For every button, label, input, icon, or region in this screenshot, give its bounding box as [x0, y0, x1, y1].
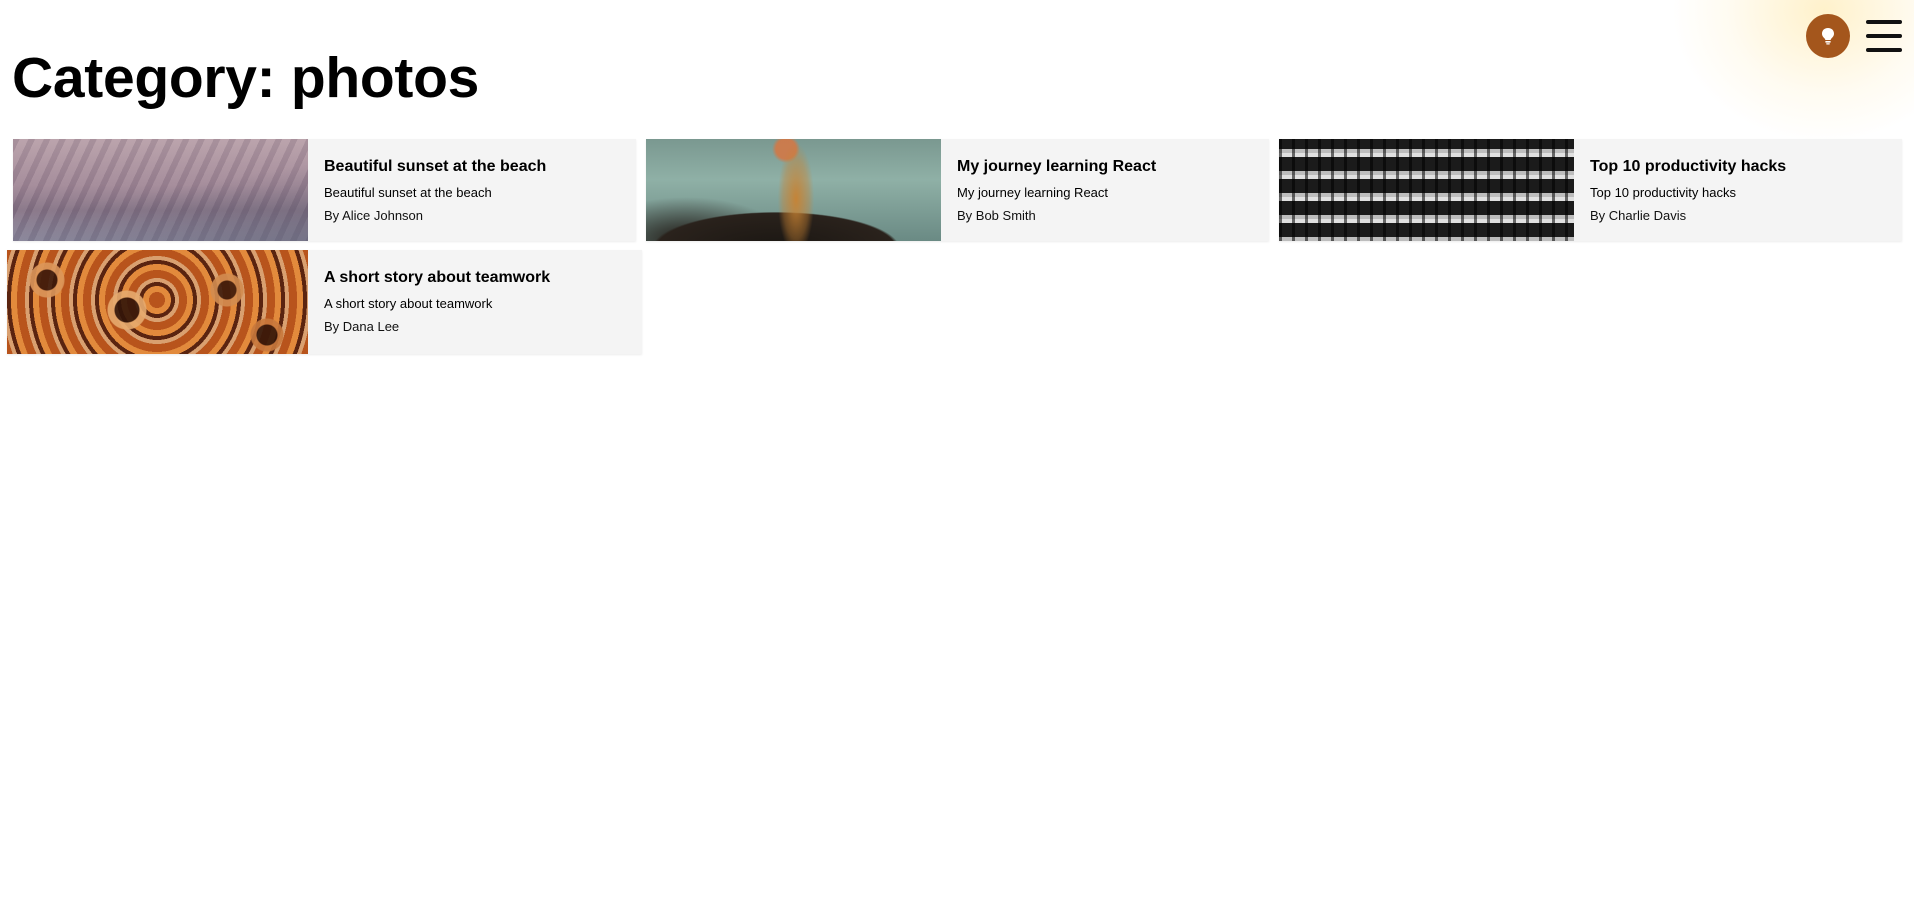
- page: Category: photos Beautiful sunset at the…: [0, 0, 1914, 906]
- page-title: Category: photos: [12, 46, 480, 110]
- post-excerpt: A short story about teamwork: [324, 296, 493, 311]
- post-card-body: My journey learning React My journey lea…: [941, 139, 1269, 241]
- hamburger-icon-bar: [1866, 34, 1902, 38]
- post-card[interactable]: A short story about teamwork A short sto…: [7, 250, 642, 354]
- post-card[interactable]: Top 10 productivity hacks Top 10 product…: [1279, 139, 1902, 241]
- hamburger-icon-bar: [1866, 48, 1902, 52]
- post-excerpt: My journey learning React: [957, 185, 1109, 200]
- post-title[interactable]: My journey learning React: [957, 157, 1253, 177]
- post-excerpt: Beautiful sunset at the beach: [324, 185, 492, 200]
- post-thumbnail[interactable]: [1279, 139, 1574, 241]
- post-title[interactable]: A short story about teamwork: [324, 268, 626, 288]
- post-title[interactable]: Top 10 productivity hacks: [1590, 157, 1886, 177]
- lightbulb-icon: [1822, 28, 1834, 45]
- hamburger-menu-button[interactable]: [1866, 18, 1902, 54]
- post-card-body: A short story about teamwork A short sto…: [308, 250, 642, 354]
- post-author: By Bob Smith: [957, 208, 1036, 223]
- hamburger-icon: [1866, 20, 1902, 24]
- post-card-body: Top 10 productivity hacks Top 10 product…: [1574, 139, 1902, 241]
- post-author: By Charlie Davis: [1590, 208, 1687, 223]
- post-title[interactable]: Beautiful sunset at the beach: [324, 157, 620, 177]
- post-card[interactable]: Beautiful sunset at the beach Beautiful …: [13, 139, 636, 241]
- post-card[interactable]: My journey learning React My journey lea…: [646, 139, 1269, 241]
- post-author: By Alice Johnson: [324, 208, 424, 223]
- post-excerpt: Top 10 productivity hacks: [1590, 185, 1736, 200]
- post-card-body: Beautiful sunset at the beach Beautiful …: [308, 139, 636, 241]
- theme-toggle-button[interactable]: [1806, 14, 1850, 58]
- post-thumbnail[interactable]: [646, 139, 941, 241]
- post-thumbnail[interactable]: [7, 250, 308, 354]
- post-thumbnail[interactable]: [13, 139, 308, 241]
- post-author: By Dana Lee: [324, 319, 400, 334]
